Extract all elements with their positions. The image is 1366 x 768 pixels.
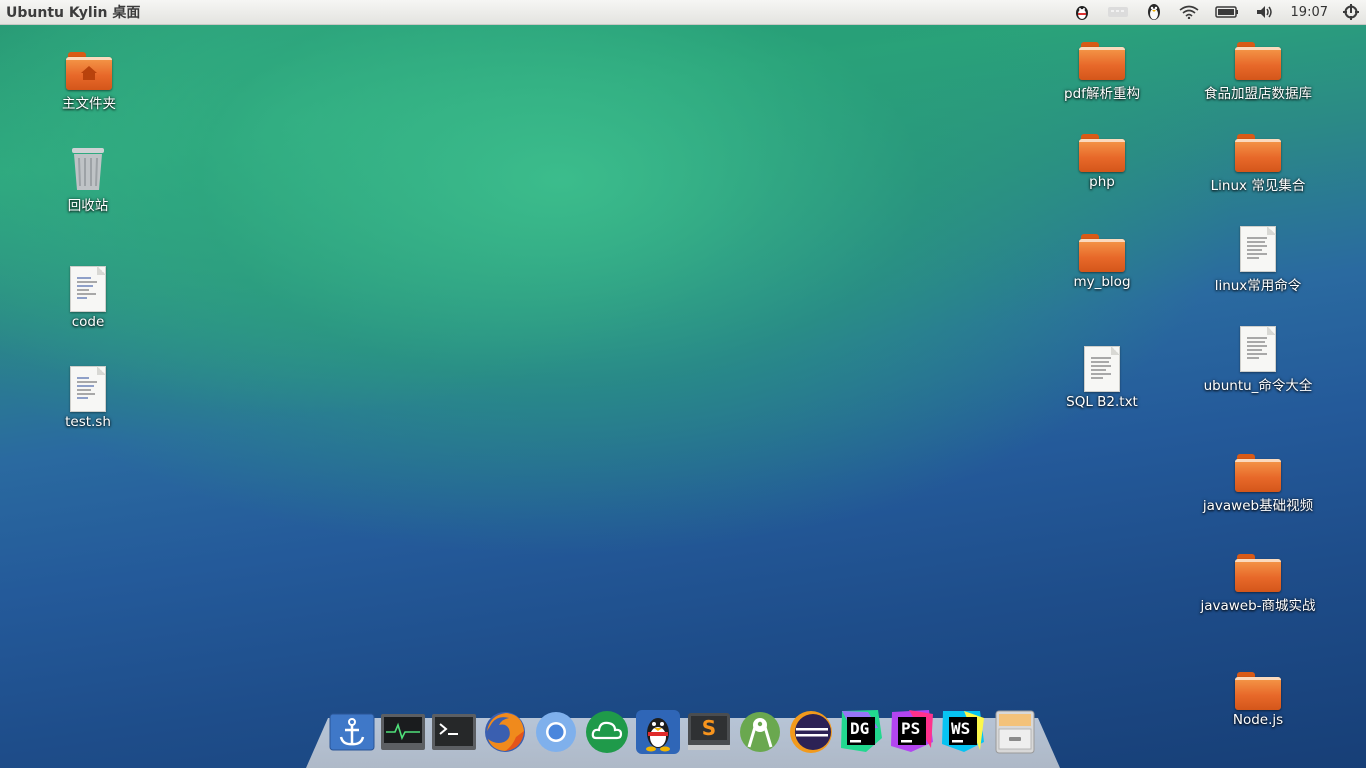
desktop-icon-label: pdf解析重构 (1064, 86, 1140, 102)
desktop-icon-label: 主文件夹 (62, 96, 116, 112)
desktop-icon-javaweb-mall[interactable]: javaweb-商城实战 (1198, 554, 1318, 614)
folder-icon (1235, 42, 1281, 80)
desktop-icon-label: php (1089, 174, 1115, 190)
desktop-icon-label: Node.js (1232, 712, 1284, 728)
phpstorm-label: PS (901, 719, 921, 738)
folder-icon (1235, 672, 1281, 710)
desktop-icon-label: Linux 常见集合 (1210, 178, 1306, 194)
desktop-icon-ubuntu-commands[interactable]: ubuntu_命令大全 (1198, 326, 1318, 394)
desktop-icon-label: SQL B2.txt (1066, 394, 1138, 410)
text-file-icon (1084, 346, 1120, 392)
folder-icon (1235, 454, 1281, 492)
desktop-icon-javaweb-basics[interactable]: javaweb基础视频 (1198, 454, 1318, 514)
desktop-icon-nodejs[interactable]: Node.js (1198, 672, 1318, 728)
desktop-icon-label: 食品加盟店数据库 (1204, 86, 1312, 102)
trash-icon (68, 146, 108, 192)
desktop-icon-label: 回收站 (67, 198, 109, 214)
battery-icon[interactable] (1214, 0, 1239, 24)
text-file-icon (1240, 226, 1276, 272)
dock-apps: S DG PS WS (328, 708, 1038, 755)
qq-penguin-icon[interactable] (1073, 0, 1091, 24)
system-monitor-icon[interactable] (379, 708, 426, 755)
chromium-icon[interactable] (532, 708, 579, 755)
folder-icon (1079, 42, 1125, 80)
desktop-icon-label: code (71, 314, 105, 330)
file-cabinet-icon[interactable] (991, 708, 1038, 755)
penguin-icon[interactable] (1145, 0, 1163, 24)
text-file-icon (1240, 326, 1276, 372)
qq-icon[interactable] (634, 708, 681, 755)
datagrip-icon[interactable]: DG (838, 708, 885, 755)
clock[interactable]: 19:07 (1291, 5, 1328, 20)
home-folder-icon (66, 52, 112, 90)
webstorm-label: WS (951, 719, 971, 738)
desktop-icon-label: linux常用命令 (1214, 278, 1302, 294)
android-studio-icon[interactable] (736, 708, 783, 755)
desktop-icon-linux-commands[interactable]: linux常用命令 (1198, 226, 1318, 294)
desktop-icon-trash[interactable]: 回收站 (28, 146, 148, 214)
desktop-icon-code[interactable]: code (28, 266, 148, 330)
terminal-icon[interactable] (430, 708, 477, 755)
dock: S DG PS WS (306, 708, 1060, 768)
script-file-icon (70, 366, 106, 412)
power-gear-icon[interactable] (1342, 0, 1360, 24)
desktop-icon-home-folder[interactable]: 主文件夹 (29, 52, 149, 112)
desktop-icon-label: test.sh (65, 414, 111, 430)
desktop-icon-my-blog[interactable]: my_blog (1042, 234, 1162, 290)
folder-icon (1079, 234, 1125, 272)
desktop-icon-label: ubuntu_命令大全 (1203, 378, 1313, 394)
phpstorm-icon[interactable]: PS (889, 708, 936, 755)
window-title: Ubuntu Kylin 桌面 (6, 5, 141, 21)
firefox-icon[interactable] (481, 708, 528, 755)
desktop-icon-label: javaweb-商城实战 (1200, 598, 1316, 614)
desktop-icon-food-db[interactable]: 食品加盟店数据库 (1198, 42, 1318, 102)
desktop-icon-linux-collection[interactable]: Linux 常见集合 (1198, 134, 1318, 194)
desktop-icon-sql-b2[interactable]: SQL B2.txt (1042, 346, 1162, 410)
desktop-icon-test-sh[interactable]: test.sh (28, 366, 148, 430)
datagrip-label: DG (850, 719, 870, 738)
text-file-icon (70, 266, 106, 312)
folder-icon (1079, 134, 1125, 172)
sublime-text-icon[interactable]: S (685, 708, 732, 755)
folder-icon (1235, 134, 1281, 172)
svg-text:S: S (701, 716, 715, 740)
volume-icon[interactable] (1255, 0, 1275, 24)
system-tray: 19:07 (1073, 0, 1366, 24)
top-panel: Ubuntu Kylin 桌面 19:07 (0, 0, 1366, 25)
desktop-icon-label: my_blog (1073, 274, 1131, 290)
wifi-icon[interactable] (1179, 0, 1199, 24)
anchor-launcher-icon[interactable] (328, 708, 375, 755)
input-method-icon[interactable] (1107, 0, 1129, 24)
desktop-icon-pdf[interactable]: pdf解析重构 (1042, 42, 1162, 102)
folder-icon (1235, 554, 1281, 592)
cloud-icon[interactable] (583, 708, 630, 755)
eclipse-icon[interactable] (787, 708, 834, 755)
webstorm-icon[interactable]: WS (940, 708, 987, 755)
desktop-icon-label: javaweb基础视频 (1202, 498, 1314, 514)
desktop-icon-php[interactable]: php (1042, 134, 1162, 190)
